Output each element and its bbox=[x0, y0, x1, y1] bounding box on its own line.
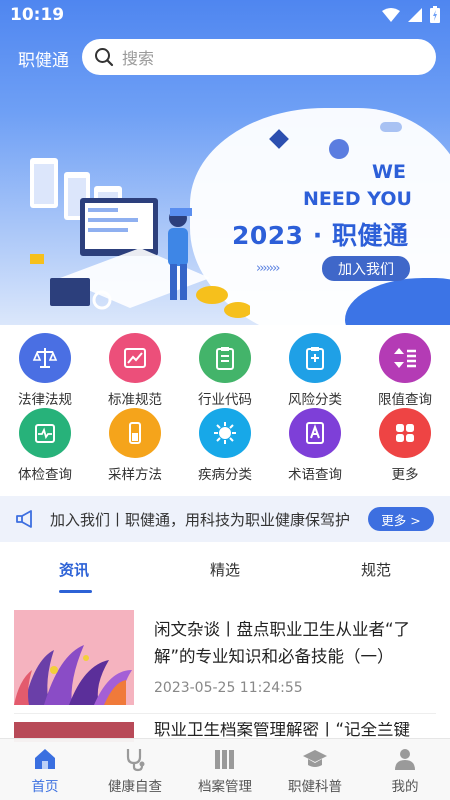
battery-icon bbox=[430, 6, 440, 23]
stethoscope-icon bbox=[126, 749, 145, 772]
person-icon bbox=[395, 749, 415, 770]
category-industry-code[interactable]: 行业代码 bbox=[180, 333, 270, 408]
article-thumbnail bbox=[14, 610, 134, 705]
banner-illustration bbox=[30, 158, 250, 318]
nav-records[interactable]: 档案管理 bbox=[180, 739, 270, 800]
nav-mine[interactable]: 我的 bbox=[360, 739, 450, 800]
category-label: 标准规范 bbox=[108, 392, 162, 408]
decor-circle bbox=[329, 139, 349, 159]
chart-icon bbox=[109, 333, 161, 383]
sort-icon bbox=[379, 333, 431, 383]
decor-pill bbox=[380, 122, 402, 132]
clipboard-icon bbox=[199, 333, 251, 383]
sample-tube-icon bbox=[109, 408, 161, 458]
nav-label: 健康自查 bbox=[108, 779, 162, 795]
notice-bar[interactable]: 加入我们丨职健通，用科技为职业健康保驾护航 更多 > bbox=[0, 496, 450, 542]
category-terms[interactable]: 术语查询 bbox=[270, 408, 360, 483]
grid-icon bbox=[379, 408, 431, 458]
nav-label: 首页 bbox=[31, 779, 59, 795]
dictionary-icon bbox=[289, 408, 341, 458]
banner-line2: NEED YOU bbox=[303, 188, 412, 210]
search-icon bbox=[95, 48, 114, 67]
category-label: 疾病分类 bbox=[198, 467, 252, 483]
list-item[interactable]: 闲文杂谈丨盘点职业卫生从业者“了解”的专业知识和必备技能（一） 2023-05-… bbox=[14, 610, 436, 706]
header: 职健通 搜索 bbox=[0, 38, 450, 78]
nav-self-check[interactable]: 健康自查 bbox=[90, 739, 180, 800]
graduation-cap-icon bbox=[303, 750, 327, 767]
nav-home[interactable]: 首页 bbox=[0, 739, 90, 800]
banner-arrows: ››››››› bbox=[256, 261, 280, 276]
nav-label: 我的 bbox=[391, 779, 419, 795]
status-bar: 10:19 bbox=[0, 0, 450, 32]
clipboard-plus-icon bbox=[289, 333, 341, 383]
tab-featured[interactable]: 精选 bbox=[210, 559, 240, 580]
heartbeat-icon bbox=[19, 408, 71, 458]
article-title: 闲文杂谈丨盘点职业卫生从业者“了解”的专业知识和必备技能（一） bbox=[154, 620, 411, 666]
content-tabs: 资讯 精选 规范 bbox=[0, 550, 450, 596]
article-time: 2023-05-25 11:24:55 bbox=[154, 680, 303, 696]
category-grid: 法律法规 标准规范 行业代码 风险分类 限值查询 体检查询 采样方法 疾病分类 … bbox=[0, 333, 450, 483]
search-placeholder: 搜索 bbox=[122, 49, 155, 68]
search-input[interactable]: 搜索 bbox=[82, 39, 436, 75]
category-disease[interactable]: 疾病分类 bbox=[180, 408, 270, 483]
scale-icon bbox=[19, 333, 71, 383]
category-checkup[interactable]: 体检查询 bbox=[0, 408, 90, 483]
nav-label: 档案管理 bbox=[198, 779, 252, 795]
status-time: 10:19 bbox=[10, 5, 65, 25]
category-label: 限值查询 bbox=[378, 392, 432, 408]
tab-standards[interactable]: 规范 bbox=[361, 559, 391, 580]
wifi-icon bbox=[382, 7, 400, 22]
banner-title: 2023 · 职健通 bbox=[232, 221, 409, 250]
category-label: 体检查询 bbox=[18, 467, 72, 483]
header-background: 10:19 职健通 搜索 WE NEED YOU 2023 · 职健通 ››››… bbox=[0, 0, 450, 325]
banner[interactable]: WE NEED YOU 2023 · 职健通 ››››››› 加入我们 bbox=[0, 88, 450, 325]
category-more[interactable]: 更多 bbox=[360, 408, 450, 483]
tab-active-indicator bbox=[59, 590, 92, 593]
decor-diamond bbox=[269, 129, 289, 149]
virus-icon bbox=[199, 408, 251, 458]
category-label: 行业代码 bbox=[198, 392, 252, 408]
app-title: 职健通 bbox=[18, 51, 69, 71]
join-us-button[interactable]: 加入我们 bbox=[322, 256, 410, 281]
nav-science[interactable]: 职健科普 bbox=[270, 739, 360, 800]
category-label: 法律法规 bbox=[18, 392, 72, 408]
bottom-nav: 首页 健康自查 档案管理 职健科普 我的 bbox=[0, 738, 450, 800]
category-standards[interactable]: 标准规范 bbox=[90, 333, 180, 408]
signal-icon bbox=[408, 7, 422, 22]
notice-more-button[interactable]: 更多 > bbox=[368, 507, 434, 531]
category-label: 风险分类 bbox=[288, 392, 342, 408]
books-icon bbox=[215, 750, 234, 769]
home-icon bbox=[35, 749, 55, 769]
category-label: 术语查询 bbox=[288, 467, 342, 483]
category-risk[interactable]: 风险分类 bbox=[270, 333, 360, 408]
tab-news[interactable]: 资讯 bbox=[59, 559, 89, 580]
list-divider bbox=[14, 713, 436, 714]
banner-line1: WE bbox=[372, 161, 406, 183]
status-icons bbox=[382, 6, 440, 23]
category-label: 更多 bbox=[391, 467, 419, 483]
category-sampling[interactable]: 采样方法 bbox=[90, 408, 180, 483]
nav-label: 职健科普 bbox=[288, 779, 342, 795]
notice-text: 加入我们丨职健通，用科技为职业健康保驾护航 bbox=[50, 510, 350, 529]
category-laws[interactable]: 法律法规 bbox=[0, 333, 90, 408]
category-label: 采样方法 bbox=[108, 467, 162, 483]
megaphone-icon bbox=[16, 510, 32, 528]
category-limits[interactable]: 限值查询 bbox=[360, 333, 450, 408]
